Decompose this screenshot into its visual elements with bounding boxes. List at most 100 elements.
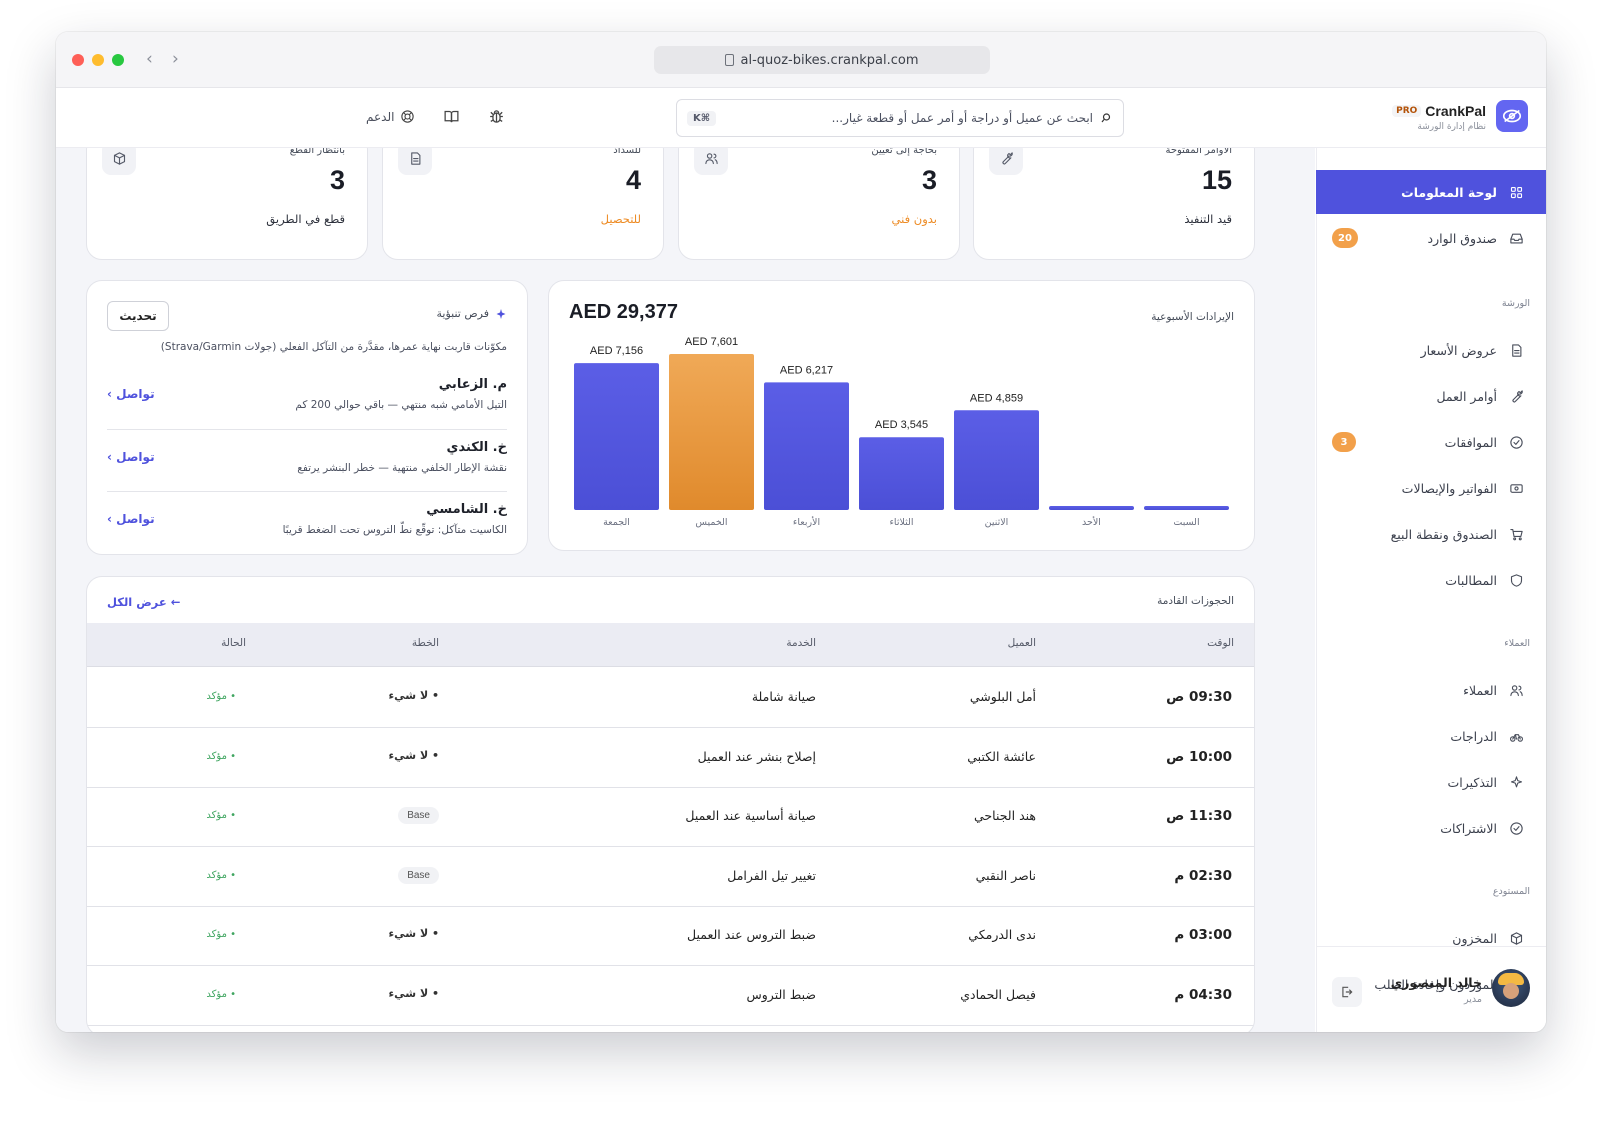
back-arrow-icon[interactable]: ‹ xyxy=(146,49,153,69)
bar-6[interactable] xyxy=(1144,506,1229,510)
plan-value: • لا شيء xyxy=(388,689,439,702)
maximize-window-button[interactable] xyxy=(112,54,124,66)
sidebar-item[interactable]: عروض الأسعار xyxy=(1316,328,1546,372)
sidebar-item[interactable]: أوامر العمل xyxy=(1316,374,1546,418)
stat-label: للسداد xyxy=(613,148,641,156)
column-service[interactable]: الخدمة xyxy=(786,637,816,649)
sidebar-item-label: الفواتير والإيصالات xyxy=(1401,480,1497,496)
plan-value: • لا شيء xyxy=(388,987,439,1000)
contact-link[interactable]: تواصل › xyxy=(107,387,155,401)
booking-service: ضبط التروس xyxy=(746,987,816,1002)
bar-3[interactable] xyxy=(859,437,944,510)
table-row[interactable]: 09:30 ص أمل البلوشي صيانة شاملة • لا شيء • م… xyxy=(87,668,1254,728)
dashboard-icon xyxy=(1510,186,1523,198)
stat-sub: قطع في الطريق xyxy=(266,212,345,226)
bar-value-label: AED 7,156 xyxy=(590,345,643,357)
refresh-button[interactable]: تحديث xyxy=(107,301,169,331)
sidebar-item-label: المخزون xyxy=(1452,930,1497,946)
insight-detail: التيل الأمامي شبه منتهي — باقي حوالي 200… xyxy=(295,399,507,411)
stat-value: 3 xyxy=(921,165,937,195)
booking-plan: Base xyxy=(398,866,439,884)
stat-card[interactable]: للسداد 4 للتحصيل xyxy=(382,148,664,260)
stat-icon-box xyxy=(102,148,136,175)
column-status[interactable]: الحالة xyxy=(221,637,246,649)
table-row[interactable]: 04:30 م فيصل الحمادي ضبط التروس • لا شيء • م… xyxy=(87,966,1254,1026)
sidebar-item[interactable]: الصندوق ونقطة البيع xyxy=(1316,512,1546,556)
contact-link[interactable]: تواصل › xyxy=(107,450,155,464)
bar-5[interactable] xyxy=(1049,506,1134,510)
insight-item: خ. الشامسي الكاسيت متآكل: توقّع نطّ الترو… xyxy=(107,491,507,553)
forward-arrow-icon[interactable]: › xyxy=(172,49,179,69)
stat-value: 4 xyxy=(625,165,641,195)
column-plan[interactable]: الخطة xyxy=(412,637,439,649)
plan-pill: Base xyxy=(398,866,439,884)
booking-service: إصلاح بنشر عند العميل xyxy=(697,748,816,764)
search-input[interactable]: ابحث عن عميل أو دراجة أو أمر عمل أو قطعة… xyxy=(724,111,1093,125)
booking-customer: عائشة الكتبي xyxy=(967,748,1036,764)
column-customer[interactable]: العميل xyxy=(1008,637,1036,649)
bookings-table-header: الوقت العميل الخدمة الخطة الحالة xyxy=(87,623,1254,667)
users-icon xyxy=(1510,684,1523,696)
address-bar[interactable]: al-quoz-bikes.crankpal.com xyxy=(654,46,990,74)
sidebar-item[interactable]: الفواتير والإيصالات xyxy=(1316,466,1546,510)
revenue-bar-chart: AED 7,156 الجمعة AED 7,601 الخميس AED 6,217 ا… xyxy=(574,336,1229,528)
table-row[interactable]: 03:00 م ندى الدرمكي ضبط التروس عند العميل •… xyxy=(87,906,1254,967)
bar-2[interactable] xyxy=(764,382,849,510)
booking-customer: ناصر النقبي xyxy=(975,867,1036,883)
booking-service: تغيير تيل الفرامل xyxy=(727,867,816,883)
stat-value: 3 xyxy=(329,165,345,195)
category-label: الأحد xyxy=(1082,516,1101,528)
booking-customer: ندى الدرمكي xyxy=(968,927,1036,943)
book-icon[interactable] xyxy=(443,108,460,125)
column-time[interactable]: الوقت xyxy=(1207,637,1234,649)
brand[interactable]: CrankPalPRO نظام إدارة الورشة xyxy=(1392,100,1528,132)
sidebar-item[interactable]: المطالبات xyxy=(1316,558,1546,602)
search-shortcut: ⌘K xyxy=(687,110,717,126)
view-all-link[interactable]: عرض الكل ← xyxy=(107,595,180,609)
bug-icon[interactable] xyxy=(488,108,505,125)
stat-card[interactable]: الأوامر المفتوحة 15 قيد التنفيذ xyxy=(973,148,1255,260)
contact-link[interactable]: تواصل › xyxy=(107,512,155,526)
logout-button[interactable] xyxy=(1332,977,1362,1007)
user-profile[interactable]: خالد المنصوري مدير xyxy=(1316,946,1546,1032)
nav-badge: 3 xyxy=(1332,432,1356,452)
sidebar: لوحة المعلومات صندوق الوارد 20 الورشة عروض ا… xyxy=(1316,148,1546,1032)
app-name: CrankPal xyxy=(1425,102,1486,119)
check-circle-icon xyxy=(1510,435,1523,449)
bar-value-label: AED 4,859 xyxy=(970,392,1023,404)
status-badge: • مؤكد xyxy=(206,810,236,822)
logout-icon xyxy=(1342,986,1353,998)
sidebar-section-title: العملاء xyxy=(1504,638,1530,649)
sidebar-item-label: التذكيرات xyxy=(1447,774,1497,790)
support-link[interactable]: الدعم xyxy=(366,109,415,124)
table-row[interactable]: 10:00 ص عائشة الكتبي إصلاح بنشر عند العميل… xyxy=(87,728,1254,788)
table-row[interactable]: 02:30 م ناصر النقبي تغيير تيل الفرامل Base •… xyxy=(87,847,1254,907)
avatar[interactable] xyxy=(1492,969,1530,1007)
sidebar-item[interactable]: لوحة المعلومات xyxy=(1316,170,1546,214)
sidebar-item[interactable]: التذكيرات xyxy=(1316,760,1546,804)
bar-0[interactable] xyxy=(574,363,659,510)
close-window-button[interactable] xyxy=(72,54,84,66)
sidebar-item[interactable]: الاشتراكات xyxy=(1316,806,1546,850)
bar-4[interactable] xyxy=(954,410,1039,510)
bar-1[interactable] xyxy=(669,354,754,510)
sidebar-section-title: الورشة xyxy=(1501,298,1530,309)
booking-service: صيانة شاملة xyxy=(751,689,816,704)
sidebar-item[interactable]: صندوق الوارد 20 xyxy=(1316,216,1546,260)
sidebar-item-label: الاشتراكات xyxy=(1440,820,1497,836)
stat-card[interactable]: بحاجة إلى تعيين 3 بدون فني xyxy=(678,148,960,260)
booking-service: ضبط التروس عند العميل xyxy=(687,927,816,943)
table-row[interactable]: 11:30 ص هند الجناحي صيانة أساسية عند العمي… xyxy=(87,787,1254,848)
insights-card: فرص تنبؤية تحديث مكوّنات قاربت نهاية عمر… xyxy=(86,280,528,555)
sidebar-item[interactable]: الموافقات 3 xyxy=(1316,420,1546,464)
insight-item: خ. الكندي نقشة الإطار الخلفي منتهية — خطر… xyxy=(107,429,507,491)
stat-card[interactable]: بانتظار القطع 3 قطع في الطريق xyxy=(86,148,368,260)
global-search[interactable]: ابحث عن عميل أو دراجة أو أمر عمل أو قطعة… xyxy=(676,99,1124,137)
minimize-window-button[interactable] xyxy=(92,54,104,66)
sidebar-item[interactable]: الدراجات xyxy=(1316,714,1546,758)
sidebar-item[interactable]: العملاء xyxy=(1316,668,1546,712)
status-badge: • مؤكد xyxy=(206,989,236,1000)
sidebar-item-label: الصندوق ونقطة البيع xyxy=(1390,526,1497,542)
stat-value: 15 xyxy=(1201,165,1232,195)
bar-value-label: AED 7,601 xyxy=(685,336,738,348)
